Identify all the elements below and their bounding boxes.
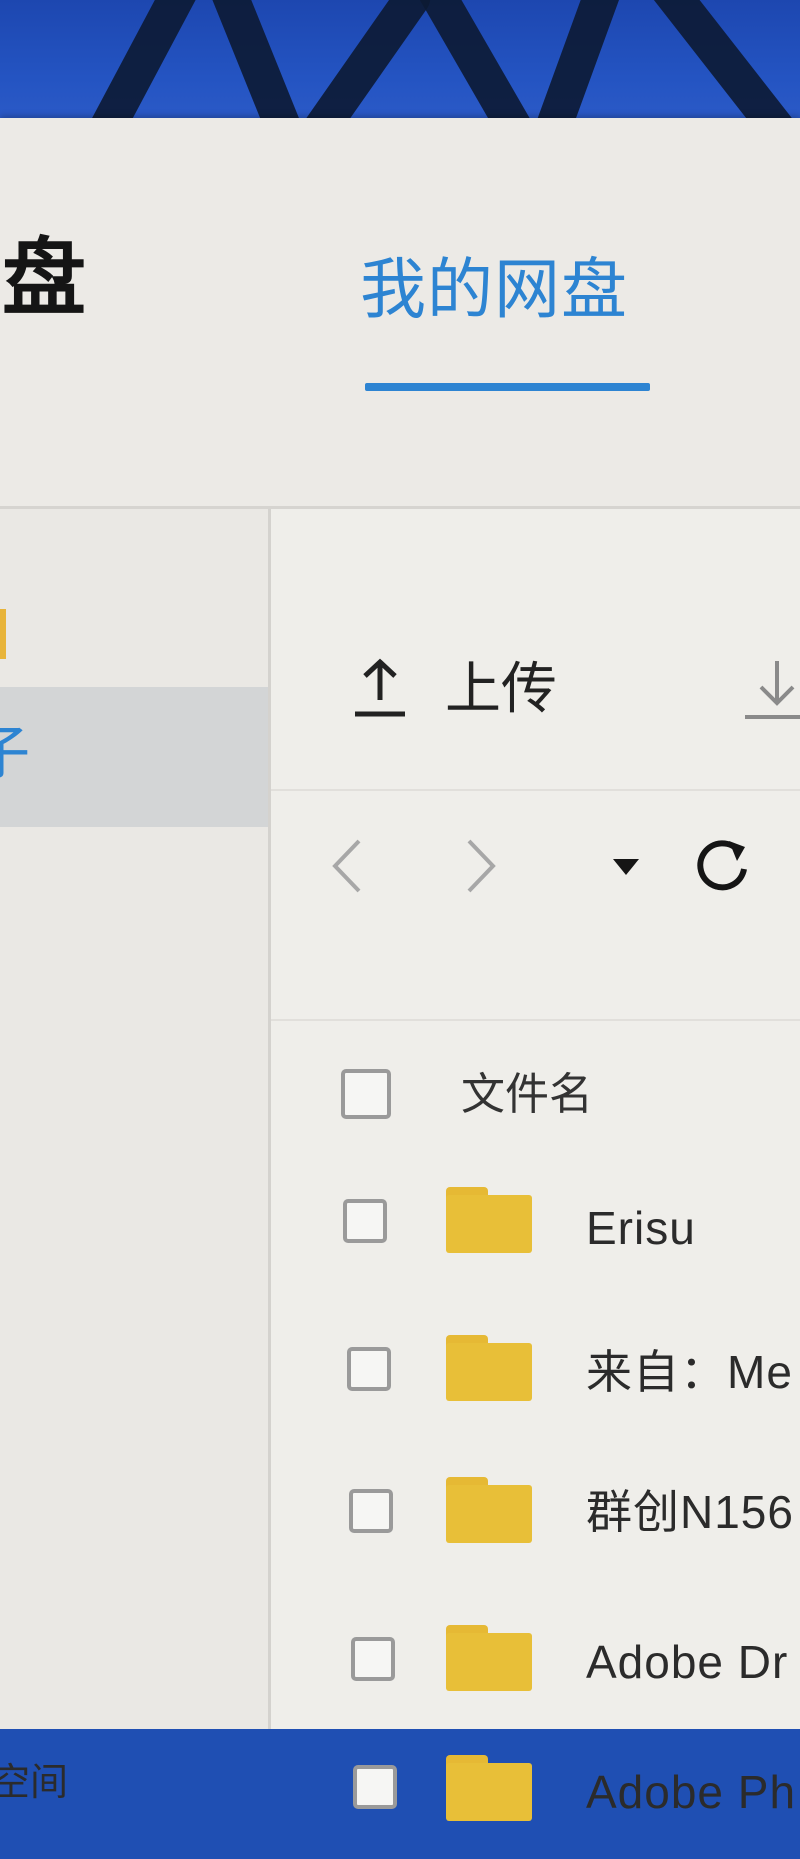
- folder-icon: [446, 1625, 532, 1691]
- upload-label: 上传: [445, 657, 557, 720]
- upload-icon: [351, 658, 409, 720]
- desktop-wallpaper: [0, 0, 800, 130]
- folder-icon: [446, 1187, 532, 1253]
- navigation-bar: [271, 789, 800, 911]
- main-panel: 上传 文件名 Erisu 来自：Me 群创N156 Adobe Dr Adobe…: [271, 509, 800, 1821]
- row-checkbox[interactable]: [351, 1637, 395, 1681]
- sidebar-item-selected[interactable]: 子: [0, 687, 268, 827]
- file-name[interactable]: 群创N156: [586, 1489, 794, 1535]
- sidebar-item-marker: [0, 609, 6, 659]
- file-name[interactable]: Adobe Ph: [586, 1769, 796, 1815]
- row-checkbox[interactable]: [353, 1765, 397, 1809]
- file-row[interactable]: Erisu: [271, 1149, 800, 1289]
- folder-icon: [446, 1477, 532, 1543]
- sidebar: 子 空间: [0, 509, 271, 1802]
- column-header-filename[interactable]: 文件名: [461, 1073, 593, 1117]
- folder-icon: [446, 1755, 532, 1821]
- upload-button[interactable]: 上传: [351, 649, 557, 729]
- file-name[interactable]: Erisu: [586, 1205, 696, 1251]
- app-header: 盘 我的网盘: [0, 118, 800, 509]
- select-all-checkbox[interactable]: [341, 1069, 391, 1119]
- storage-space-label: 空间: [0, 1762, 69, 1804]
- chevron-right-icon[interactable]: [463, 837, 499, 900]
- file-row[interactable]: Adobe Ph: [271, 1719, 800, 1859]
- chevron-left-icon[interactable]: [329, 837, 365, 900]
- row-checkbox[interactable]: [343, 1199, 387, 1243]
- folder-icon: [446, 1335, 532, 1401]
- active-tab-indicator: [365, 383, 650, 391]
- file-row[interactable]: 来自：Me: [271, 1299, 800, 1439]
- sidebar-item-label: 子: [0, 721, 31, 786]
- file-list-header: 文件名: [271, 1019, 800, 1119]
- download-icon[interactable]: [741, 657, 800, 728]
- file-name[interactable]: 来自：Me: [586, 1349, 793, 1395]
- tab-my-disk[interactable]: 我的网盘: [360, 256, 628, 322]
- app-title: 盘: [2, 229, 87, 327]
- file-row[interactable]: Adobe Dr: [271, 1589, 800, 1729]
- row-checkbox[interactable]: [347, 1347, 391, 1391]
- caret-down-icon[interactable]: [611, 857, 641, 882]
- refresh-icon[interactable]: [691, 833, 753, 900]
- file-name[interactable]: Adobe Dr: [586, 1639, 788, 1685]
- file-row[interactable]: 群创N156: [271, 1439, 800, 1579]
- row-checkbox[interactable]: [349, 1489, 393, 1533]
- app-window: 盘 我的网盘 子 空间 上传 文件名 Erisu 来自：Me 群创N156 Ad…: [0, 118, 800, 1821]
